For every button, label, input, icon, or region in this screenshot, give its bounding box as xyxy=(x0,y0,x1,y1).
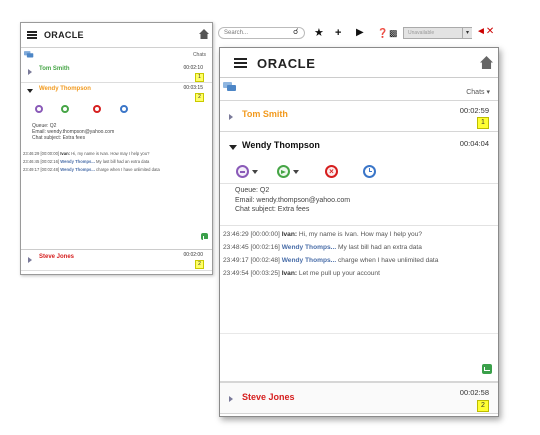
help-icon[interactable]: ❓ xyxy=(377,26,388,40)
transcript-message: 23:49:54 [00:03:25] Ivan: Let me pull up… xyxy=(223,270,380,277)
status-dropdown-icon[interactable]: ▾ xyxy=(462,28,472,38)
background-agent-window: ORACLE Chats Tom Smith 00:02:10 1 Wendy … xyxy=(20,22,213,275)
transcript-message: 23:48:45 [00:02:16] Wendy Thomps... My l… xyxy=(223,244,422,251)
small-info-subject: Chat subject: Extra fees xyxy=(32,135,86,141)
small-transfer-chat-icon[interactable] xyxy=(35,105,43,113)
chat-bubbles-icon xyxy=(223,82,236,91)
menu-icon[interactable] xyxy=(234,58,247,68)
expand-arrow-icon[interactable] xyxy=(229,114,233,120)
transcript-message: 23:49:17 [00:02:48] Wendy Thomps... char… xyxy=(223,257,439,264)
oracle-logo: ORACLE xyxy=(257,56,316,71)
small-chat-row-wendy[interactable]: Wendy Thompson 00:03:15 2 Queue: Q2 Emai… xyxy=(21,83,212,250)
agent-toolbar: Search... ☌ ★ + ▶ ❓ ▩ Unavailable ▾ ◄✕ xyxy=(218,26,540,42)
small-forward-chat-icon[interactable] xyxy=(61,105,69,113)
chat-name: Steve Jones xyxy=(242,392,295,402)
divider xyxy=(220,333,498,334)
small-menu-icon[interactable] xyxy=(27,31,37,39)
small-subheader: Chats xyxy=(21,48,212,63)
clock-icon[interactable] xyxy=(363,165,376,178)
star-icon[interactable]: ★ xyxy=(314,26,324,40)
chat-row-steve[interactable]: Steve Jones 00:02:58 2 xyxy=(220,382,498,414)
small-chat-name: Steve Jones xyxy=(39,254,75,260)
mute-speaker-icon[interactable]: ◄✕ xyxy=(476,26,494,37)
small-chat-badge: 2 xyxy=(195,93,204,102)
small-expand-arrow-icon[interactable] xyxy=(28,69,32,75)
small-chat-badge: 1 xyxy=(195,73,204,82)
end-chat-icon[interactable]: × xyxy=(325,165,338,178)
small-chat-name: Wendy Thompson xyxy=(39,86,91,92)
small-chat-timer: 00:03:15 xyxy=(183,85,203,91)
chat-badge: 2 xyxy=(477,400,489,412)
small-chat-info: Queue: Q2 Email: wendy.thompson@yahoo.co… xyxy=(32,123,114,141)
small-transcript: 23:46:29 [00:00:00] Ivan: Hi, my name is… xyxy=(23,150,160,174)
forward-chat-icon[interactable] xyxy=(277,165,290,178)
agent-status-icon[interactable]: ▩ xyxy=(389,26,398,40)
small-message: 23:46:45 [00:02:16] Wendy Thomps... My l… xyxy=(23,159,150,164)
small-home-icon[interactable] xyxy=(199,29,209,39)
divider xyxy=(220,183,498,184)
chat-row-tom[interactable]: Tom Smith 00:02:59 1 xyxy=(220,100,498,132)
chat-row-wendy[interactable]: Wendy Thompson 00:04:04 × Queue: Q2 Emai… xyxy=(220,132,498,382)
forward-dropdown-icon[interactable] xyxy=(293,170,299,174)
small-message: 23:46:29 [00:00:00] Ivan: Hi, my name is… xyxy=(23,151,150,156)
topbar: ORACLE xyxy=(220,48,498,78)
small-expand-arrow-icon[interactable] xyxy=(28,257,32,263)
transfer-chat-icon[interactable] xyxy=(236,165,249,178)
play-icon[interactable]: ▶ xyxy=(356,26,364,40)
small-chat-timer: 00:02:10 xyxy=(183,65,203,71)
search-input[interactable]: Search... xyxy=(218,27,305,39)
collapse-arrow-icon[interactable] xyxy=(229,145,237,150)
chat-timer: 00:02:59 xyxy=(459,106,489,115)
small-chat-row-steve[interactable]: Steve Jones 00:02:00 2 xyxy=(21,250,212,271)
small-chat-badge: 2 xyxy=(195,260,204,269)
info-subject: Chat subject: Extra fees xyxy=(235,206,310,213)
chats-subheader: Chats ▾ xyxy=(220,78,498,100)
small-topbar: ORACLE xyxy=(21,23,212,48)
small-chat-row-tom[interactable]: Tom Smith 00:02:10 1 xyxy=(21,63,212,83)
chats-label: Chats xyxy=(466,89,485,96)
small-collapse-arrow-icon[interactable] xyxy=(27,89,33,93)
small-oracle-logo: ORACLE xyxy=(44,30,84,40)
chat-timer: 00:02:58 xyxy=(459,388,489,397)
small-send-transcript-icon[interactable] xyxy=(201,233,209,240)
small-chat-bubbles-icon xyxy=(24,51,34,58)
chat-transcript: 23:46:29 [00:00:00] Ivan: Hi, my name is… xyxy=(223,228,438,280)
info-email: Email: wendy.thompson@yahoo.com xyxy=(235,196,351,204)
chat-name: Wendy Thompson xyxy=(242,140,320,150)
transcript-message: 23:46:29 [00:00:00] Ivan: Hi, my name is… xyxy=(223,231,423,238)
transfer-dropdown-icon[interactable] xyxy=(252,170,258,174)
search-icon[interactable]: ☌ xyxy=(293,27,298,36)
chat-badge: 1 xyxy=(477,117,489,129)
info-queue: Queue: Q2 xyxy=(235,187,270,194)
expand-arrow-icon[interactable] xyxy=(229,396,233,402)
small-timer-clock-icon[interactable] xyxy=(120,105,128,113)
chat-name: Tom Smith xyxy=(242,109,288,119)
divider xyxy=(220,225,498,226)
small-chat-timer: 00:02:00 xyxy=(183,252,203,258)
home-icon[interactable] xyxy=(480,56,493,69)
send-transcript-icon[interactable] xyxy=(482,364,492,374)
small-message: 23:49:17 [00:02:48] Wendy Thomps... char… xyxy=(23,167,160,172)
add-icon[interactable]: + xyxy=(335,26,341,40)
chat-info: Queue: Q2 Email: wendy.thompson@yahoo.co… xyxy=(235,186,350,215)
agent-chat-window: ORACLE Chats ▾ Tom Smith 00:02:59 1 Wend… xyxy=(219,47,499,417)
chats-dropdown[interactable]: Chats ▾ xyxy=(466,88,490,96)
small-chats-dropdown[interactable]: Chats xyxy=(193,52,206,58)
chat-timer: 00:04:04 xyxy=(459,139,489,148)
small-end-chat-icon[interactable] xyxy=(93,105,101,113)
small-chat-name: Tom Smith xyxy=(39,66,70,72)
